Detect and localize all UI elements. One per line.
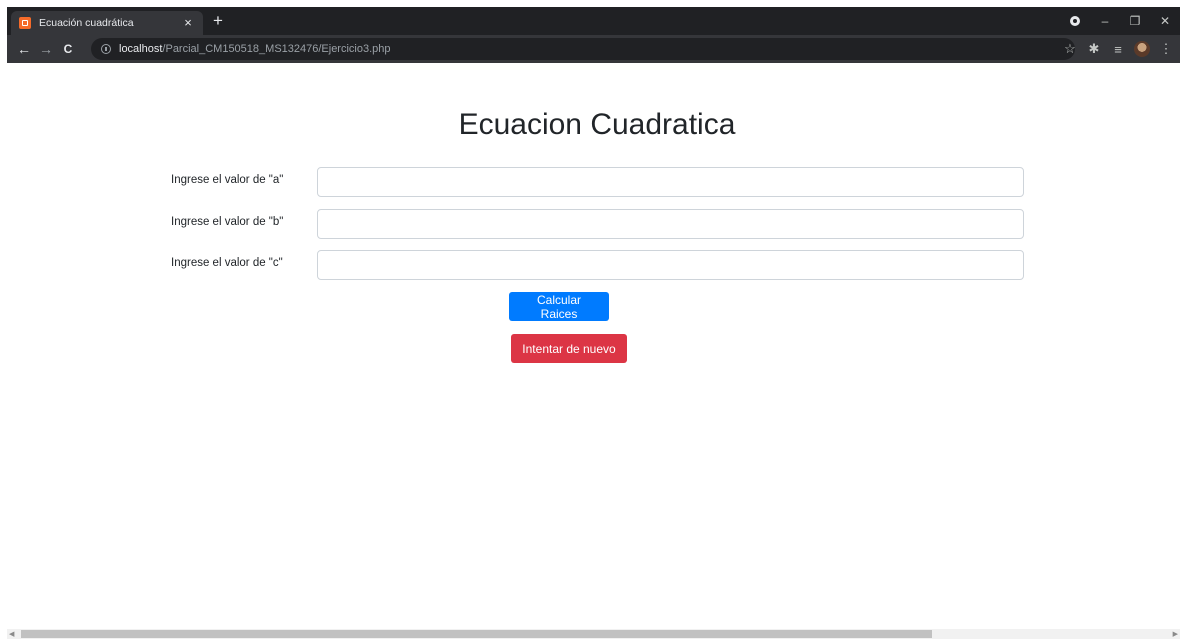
minimize-icon[interactable]: – (1090, 14, 1120, 28)
page-title: Ecuacion Cuadratica (458, 108, 736, 141)
url-host: localhost (119, 43, 163, 55)
horizontal-scrollbar[interactable]: ◀ ▶ (7, 629, 1180, 639)
field-row-a: Ingrese el valor de "a" (7, 167, 1180, 197)
page-content: Ecuacion Cuadratica Ingrese el valor de … (7, 63, 1180, 629)
window-controls: – ❐ ✕ (1060, 7, 1180, 35)
scroll-left-icon[interactable]: ◀ (9, 630, 14, 638)
try-again-button[interactable]: Intentar de nuevo (511, 334, 627, 363)
more-menu-icon[interactable]: ⋮ (1158, 41, 1174, 57)
bookmark-star-icon[interactable]: ☆ (1062, 41, 1078, 57)
field-row-b: Ingrese el valor de "b" (7, 209, 1180, 239)
restore-icon[interactable]: ❐ (1120, 14, 1150, 28)
back-arrow-icon[interactable]: ← (13, 41, 35, 57)
browser-toolbar: ← → C localhost/Parcial_CM150518_MS13247… (7, 35, 1180, 63)
new-tab-icon[interactable]: + (208, 11, 228, 31)
input-b[interactable] (317, 209, 1024, 239)
input-a[interactable] (317, 167, 1024, 197)
toolbar-actions: ☆ ✱ ≡ ⋮ (1062, 35, 1174, 63)
field-row-c: Ingrese el valor de "c" (7, 250, 1180, 280)
avatar[interactable] (1134, 41, 1150, 57)
extensions-icon[interactable]: ✱ (1086, 41, 1102, 57)
field-label-b: Ingrese el valor de "b" (171, 216, 284, 228)
tab-title: Ecuación cuadrática (39, 17, 134, 29)
browser-tab[interactable]: Ecuación cuadrática × (11, 11, 203, 35)
url-path: /Parcial_CM150518_MS132476/Ejercicio3.ph… (162, 43, 391, 55)
calculate-roots-button[interactable]: Calcular Raices (509, 292, 609, 321)
tab-strip: Ecuación cuadrática × + – ❐ ✕ (7, 7, 1180, 35)
field-label-c: Ingrese el valor de "c" (171, 257, 283, 269)
scrollbar-thumb[interactable] (21, 630, 932, 638)
close-window-icon[interactable]: ✕ (1150, 14, 1180, 28)
input-c[interactable] (317, 250, 1024, 280)
xampp-favicon-icon (19, 17, 31, 29)
reload-icon[interactable]: C (57, 42, 79, 56)
profile-menu-icon[interactable] (1070, 16, 1080, 26)
tab-close-icon[interactable]: × (181, 16, 195, 30)
reading-list-icon[interactable]: ≡ (1110, 42, 1126, 57)
forward-arrow-icon[interactable]: → (35, 41, 57, 57)
field-label-a: Ingrese el valor de "a" (171, 174, 284, 186)
browser-window: Ecuación cuadrática × + – ❐ ✕ ← → C loca… (7, 7, 1180, 639)
scroll-right-icon[interactable]: ▶ (1173, 630, 1178, 638)
site-info-icon[interactable] (101, 44, 111, 54)
address-bar[interactable]: localhost/Parcial_CM150518_MS132476/Ejer… (91, 38, 1075, 60)
